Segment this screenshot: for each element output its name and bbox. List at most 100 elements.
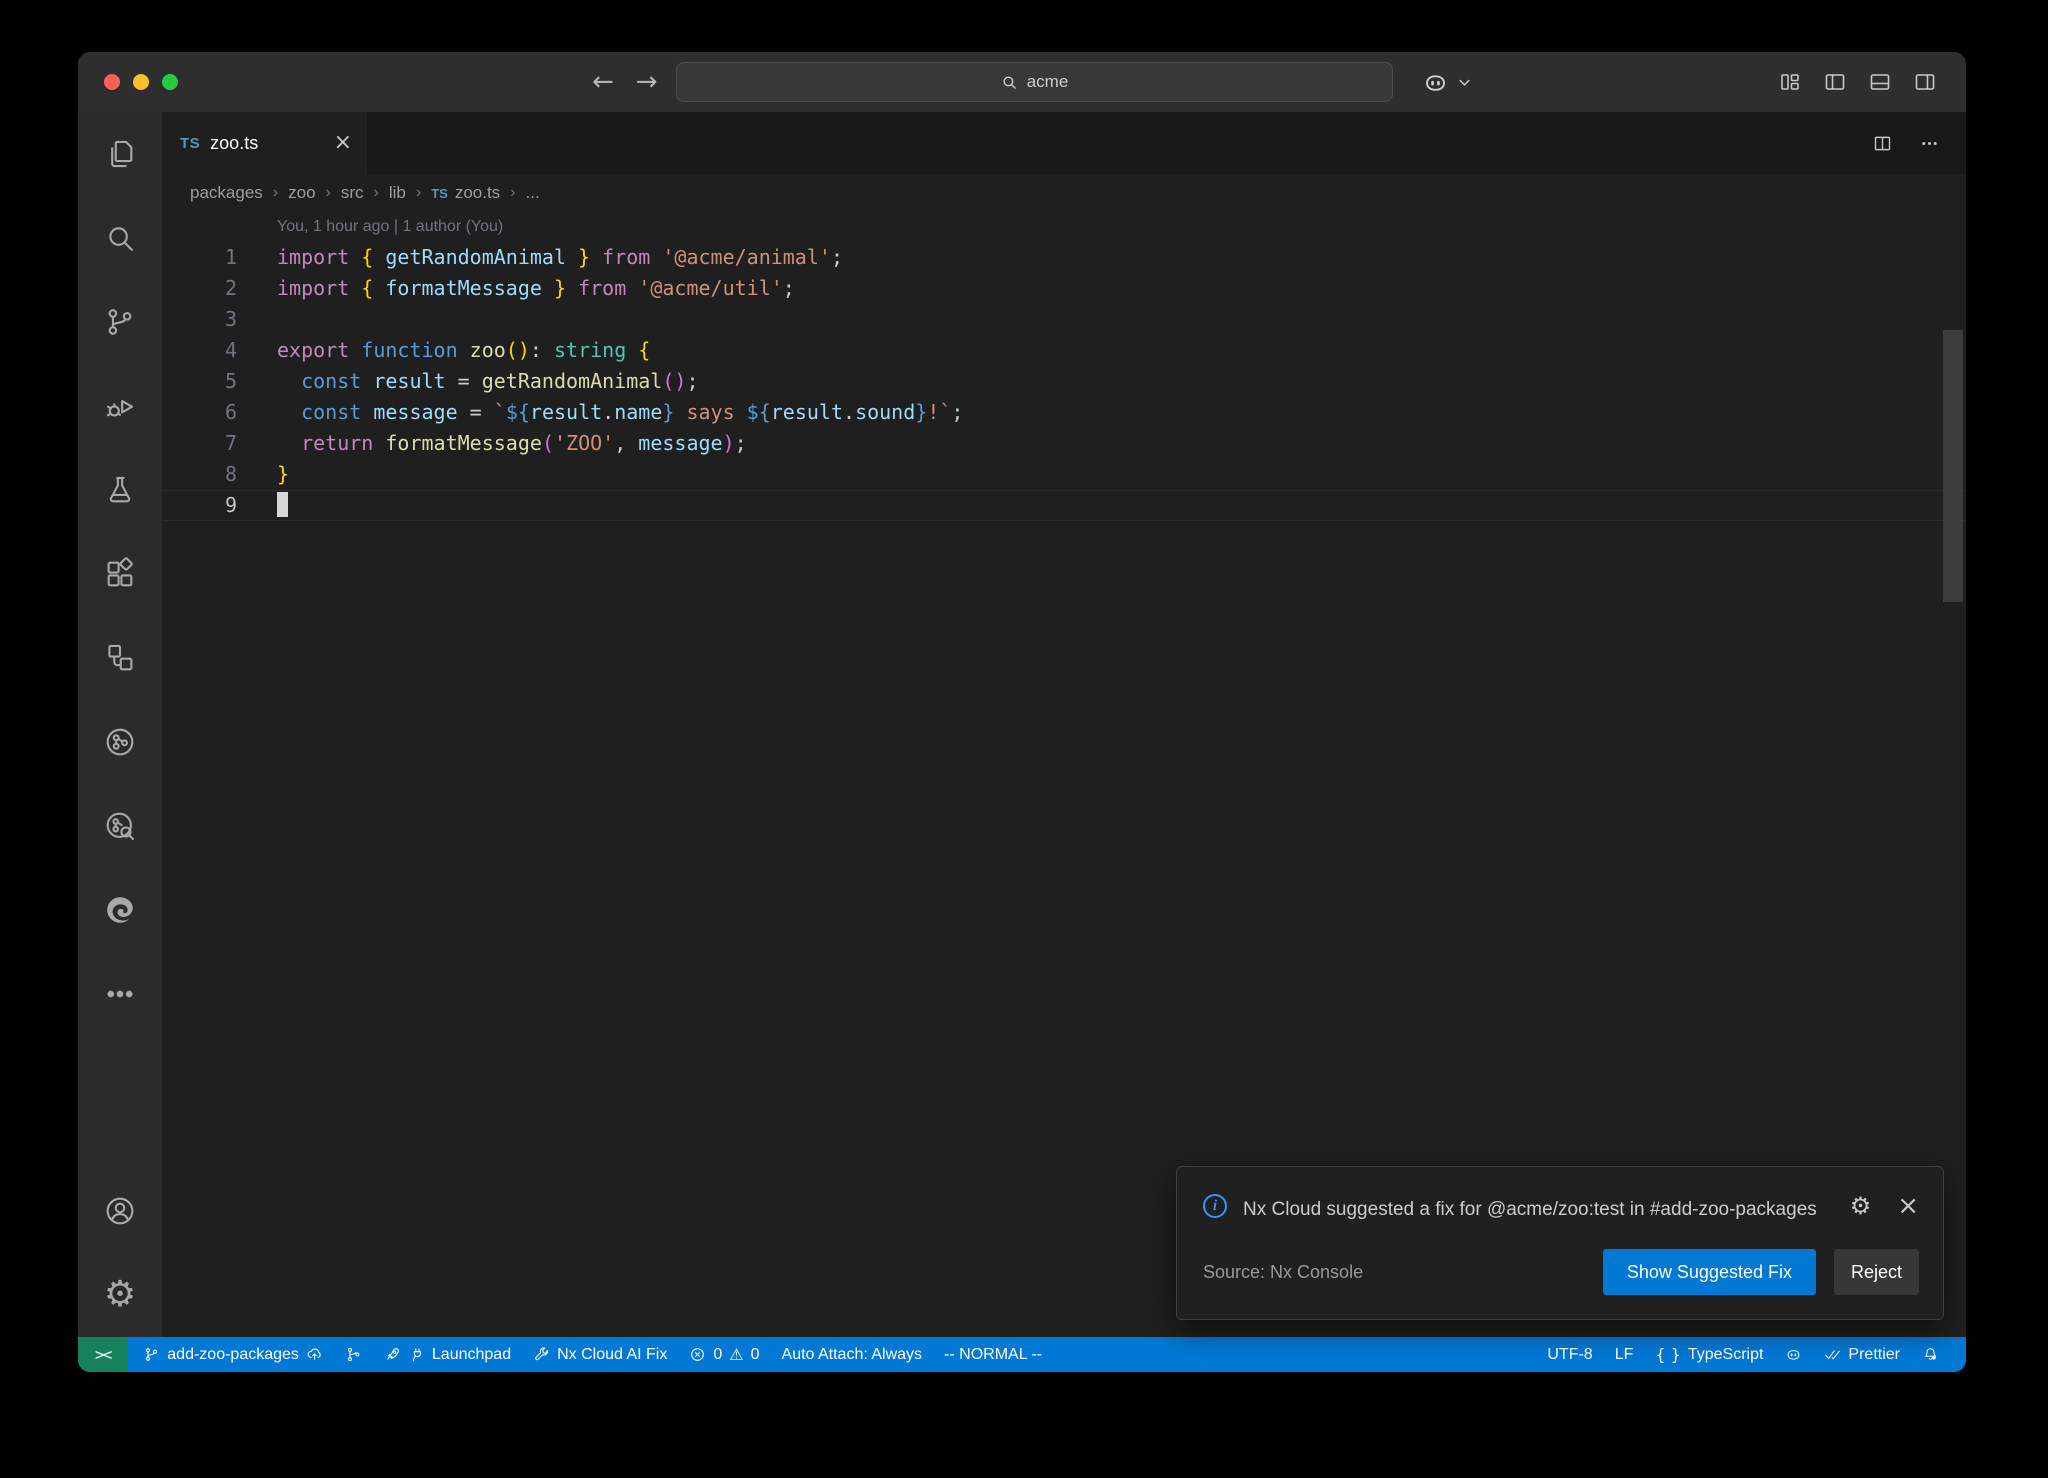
notification-message: Nx Cloud suggested a fix for @acme/zoo:t… — [1243, 1191, 1818, 1229]
statusbar-problems-label: 0 — [713, 1346, 722, 1364]
line-number: 7 — [162, 428, 237, 459]
breadcrumb-lib[interactable]: lib — [389, 183, 406, 203]
copilot-icon — [1422, 69, 1449, 96]
line-content: import { getRandomAnimal } from '@acme/a… — [237, 242, 843, 273]
statusbar-auto-attach-label: Auto Attach: Always — [782, 1346, 923, 1364]
line-number: 3 — [162, 304, 237, 335]
statusbar-copilot-status[interactable] — [1774, 1337, 1813, 1372]
line-number: 6 — [162, 397, 237, 428]
statusbar-launchpad[interactable]: Launchpad — [373, 1337, 522, 1372]
statusbar-eol[interactable]: LF — [1604, 1337, 1645, 1372]
statusbar-notifications-bell[interactable] — [1911, 1337, 1950, 1372]
activity-bar-item-additional-views[interactable] — [78, 952, 162, 1036]
line-content: } — [237, 459, 289, 490]
close-window-button[interactable] — [104, 74, 120, 90]
statusbar-git-graph-item[interactable] — [334, 1337, 373, 1372]
back-arrow-icon[interactable]: ← — [592, 67, 614, 97]
notification-actions: ⚙ × — [1850, 1193, 1919, 1219]
activity-bar-item-remote-explorer[interactable] — [78, 616, 162, 700]
code-line-9: 9 — [162, 490, 1966, 521]
statusbar-encoding-label: UTF-8 — [1547, 1346, 1592, 1364]
search-query: acme — [1027, 72, 1069, 92]
titlebar: ← → acme — [78, 52, 1966, 112]
command-center-search[interactable]: acme — [676, 62, 1393, 102]
search-icon — [1001, 74, 1018, 91]
extensions-icon — [103, 557, 137, 591]
codelens-annotation[interactable]: You, 1 hour ago | 1 author (You) — [162, 212, 1966, 242]
breadcrumb-zoo[interactable]: zoo — [288, 183, 315, 203]
breadcrumb-more[interactable]: ... — [526, 183, 540, 203]
notification-footer: Source: Nx Console Show Suggested Fix Re… — [1203, 1249, 1919, 1295]
activity-bar-item-accounts[interactable] — [78, 1169, 162, 1253]
editor-actions — [1872, 112, 1966, 174]
statusbar-formatter-prettier[interactable]: Prettier — [1813, 1337, 1911, 1372]
statusbar-language-mode[interactable]: { }TypeScript — [1644, 1337, 1774, 1372]
customize-layout-icon[interactable] — [1778, 70, 1802, 94]
statusbar-remote-indicator[interactable]: >< — [78, 1337, 127, 1372]
statusbar-nx-cloud-ai-fix[interactable]: Nx Cloud AI Fix — [522, 1337, 678, 1372]
show-suggested-fix-button[interactable]: Show Suggested Fix — [1603, 1249, 1816, 1295]
activity-bar-item-nx-cloud[interactable] — [78, 784, 162, 868]
close-tab-icon[interactable]: × — [334, 132, 352, 154]
warning-icon: ⚠ — [729, 1347, 743, 1363]
toggle-secondary-sidebar-icon[interactable] — [1913, 70, 1937, 94]
copilot-menu-button[interactable] — [1422, 52, 1472, 112]
layout-controls — [1778, 52, 1937, 112]
more-icon — [103, 977, 137, 1011]
split-editor-icon[interactable] — [1872, 133, 1893, 154]
braces-icon: { } — [1655, 1347, 1680, 1363]
remote-explorer-icon — [103, 641, 137, 675]
plug-icon — [408, 1346, 425, 1363]
zoom-window-button[interactable] — [162, 74, 178, 90]
tab-label: zoo.ts — [210, 133, 258, 154]
chevron-down-icon — [1457, 75, 1472, 90]
statusbar-vim-mode[interactable]: -- NORMAL -- — [933, 1337, 1053, 1372]
activity-bar-item-edge-browser[interactable] — [78, 868, 162, 952]
status-bar: ><add-zoo-packages Launchpad Nx Cloud AI F… — [78, 1337, 1966, 1372]
minimize-window-button[interactable] — [133, 74, 149, 90]
activity-bar-item-extensions[interactable] — [78, 532, 162, 616]
git-branch-sm-icon — [143, 1346, 160, 1363]
statusbar-vim-mode-label: -- NORMAL -- — [944, 1346, 1042, 1364]
activity-bar: ⚙ — [78, 112, 162, 1337]
editor-scrollbar[interactable] — [1943, 330, 1963, 602]
line-content: return formatMessage('ZOO', message); — [237, 428, 747, 459]
activity-bar-item-nx-console[interactable] — [78, 700, 162, 784]
activity-bar-item-source-control[interactable] — [78, 280, 162, 364]
toggle-panel-icon[interactable] — [1868, 70, 1892, 94]
cloud-upload-icon — [306, 1346, 323, 1363]
line-number: 9 — [162, 491, 237, 520]
line-number: 4 — [162, 335, 237, 366]
toggle-primary-sidebar-icon[interactable] — [1823, 70, 1847, 94]
wrench-icon — [533, 1346, 550, 1363]
breadcrumb-src[interactable]: src — [341, 183, 364, 203]
line-content: const result = getRandomAnimal(); — [237, 366, 698, 397]
notification-close-icon[interactable]: × — [1897, 1193, 1919, 1219]
notification-settings-icon[interactable]: ⚙ — [1850, 1194, 1872, 1218]
activity-bar-item-testing[interactable] — [78, 448, 162, 532]
nx-cloud-icon — [103, 809, 137, 843]
statusbar-launchpad-label: Launchpad — [432, 1346, 511, 1364]
line-number: 8 — [162, 459, 237, 490]
statusbar-problems[interactable]: 0⚠0 — [678, 1337, 770, 1372]
bell-icon — [1922, 1346, 1939, 1363]
breadcrumb-packages[interactable]: packages — [190, 183, 263, 203]
breadcrumb-file[interactable]: TSzoo.ts — [431, 183, 500, 203]
git-branch-icon — [103, 305, 137, 339]
more-actions-icon[interactable] — [1919, 133, 1940, 154]
rocket-icon — [384, 1346, 401, 1363]
activity-bar-item-settings[interactable]: ⚙ — [78, 1253, 162, 1337]
code-line-5: 5 const result = getRandomAnimal(); — [162, 366, 1966, 397]
breadcrumb-separator: › — [374, 184, 379, 202]
activity-bar-item-explorer[interactable] — [78, 112, 162, 196]
activity-bar-item-run-and-debug[interactable] — [78, 364, 162, 448]
activity-bar-item-search[interactable] — [78, 196, 162, 280]
reject-button[interactable]: Reject — [1834, 1249, 1919, 1295]
files-icon — [103, 137, 137, 171]
statusbar-git-branch-item[interactable]: add-zoo-packages — [132, 1337, 334, 1372]
statusbar-auto-attach[interactable]: Auto Attach: Always — [771, 1337, 934, 1372]
tab-zoo-ts[interactable]: TS zoo.ts × — [162, 112, 367, 174]
vscode-window: ← → acme — [78, 52, 1966, 1372]
forward-arrow-icon[interactable]: → — [636, 67, 658, 97]
statusbar-encoding[interactable]: UTF-8 — [1536, 1337, 1603, 1372]
